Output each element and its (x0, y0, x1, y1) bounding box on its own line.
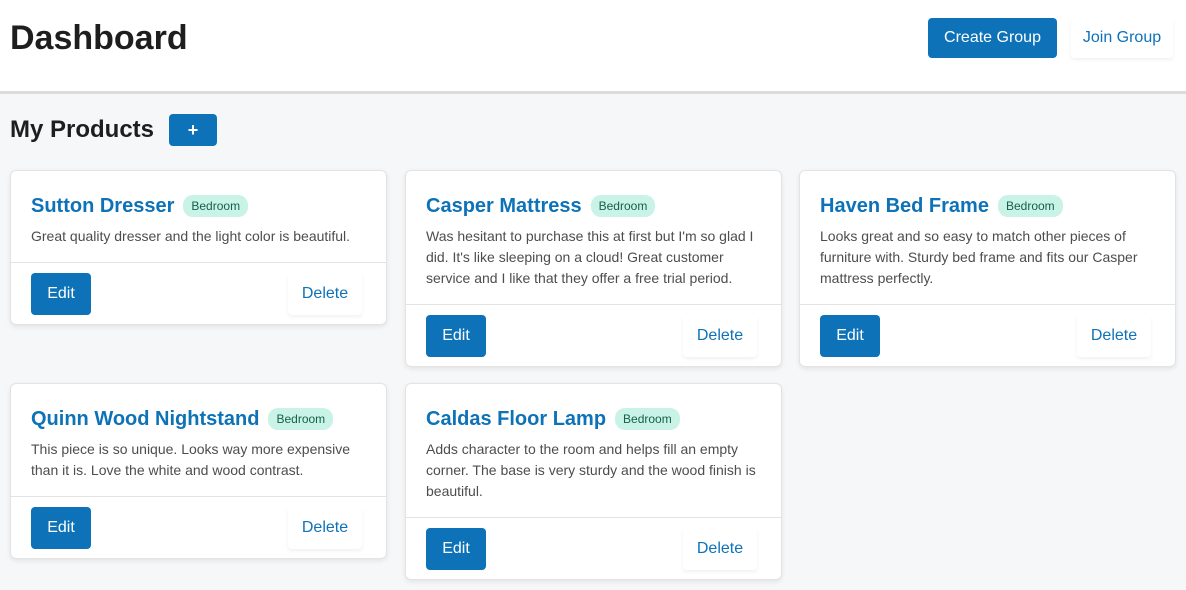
product-title: Quinn Wood Nightstand (31, 407, 260, 430)
category-tag: Bedroom (997, 195, 1063, 217)
edit-button[interactable]: Edit (426, 528, 486, 570)
card-body: Haven Bed Frame Bedroom Looks great and … (800, 171, 1175, 304)
product-description: Was hesitant to purchase this at first b… (426, 228, 754, 286)
product-description: Adds character to the room and helps fil… (426, 441, 756, 499)
top-header: Dashboard Create Group Join Group (0, 0, 1186, 94)
product-description: Great quality dresser and the light colo… (31, 228, 351, 244)
page-title: Dashboard (10, 19, 188, 57)
edit-button[interactable]: Edit (426, 315, 486, 357)
card-title-row: Haven Bed Frame Bedroom (820, 193, 1155, 219)
card-body: Quinn Wood Nightstand Bedroom This piece… (11, 384, 386, 496)
product-card: Sutton Dresser Bedroom Great quality dre… (10, 170, 387, 325)
create-group-button[interactable]: Create Group (928, 18, 1057, 58)
card-footer: Edit Delete (800, 304, 1175, 366)
product-description: Looks great and so easy to match other p… (820, 228, 1138, 286)
card-footer: Edit Delete (11, 262, 386, 324)
delete-button[interactable]: Delete (288, 273, 362, 315)
category-tag: Bedroom (183, 195, 249, 217)
section-title: My Products (10, 116, 155, 143)
product-description: This piece is so unique. Looks way more … (31, 441, 351, 478)
edit-button[interactable]: Edit (31, 507, 91, 549)
card-footer: Edit Delete (406, 517, 781, 579)
card-body: Casper Mattress Bedroom Was hesitant to … (406, 171, 781, 304)
delete-button[interactable]: Delete (683, 528, 757, 570)
join-group-button[interactable]: Join Group (1071, 18, 1173, 58)
card-title-row: Caldas Floor Lamp Bedroom (426, 406, 761, 432)
products-section-header: My Products + (10, 114, 218, 146)
card-title-row: Sutton Dresser Bedroom (31, 193, 366, 219)
card-footer: Edit Delete (406, 304, 781, 366)
edit-button[interactable]: Edit (820, 315, 880, 357)
card-title-row: Quinn Wood Nightstand Bedroom (31, 406, 366, 432)
product-title: Sutton Dresser (31, 194, 175, 217)
delete-button[interactable]: Delete (1077, 315, 1151, 357)
category-tag: Bedroom (268, 408, 334, 430)
card-title-row: Casper Mattress Bedroom (426, 193, 761, 219)
product-card: Casper Mattress Bedroom Was hesitant to … (405, 170, 782, 367)
delete-button[interactable]: Delete (683, 315, 757, 357)
product-card: Haven Bed Frame Bedroom Looks great and … (799, 170, 1176, 367)
product-card: Quinn Wood Nightstand Bedroom This piece… (10, 383, 387, 559)
category-tag: Bedroom (615, 408, 680, 430)
card-body: Sutton Dresser Bedroom Great quality dre… (11, 171, 386, 262)
header-actions: Create Group Join Group (928, 18, 1173, 58)
card-footer: Edit Delete (11, 496, 386, 558)
product-title: Caldas Floor Lamp (426, 407, 607, 430)
delete-button[interactable]: Delete (288, 507, 362, 549)
category-tag: Bedroom (590, 195, 656, 217)
product-title: Haven Bed Frame (820, 194, 989, 217)
product-card: Caldas Floor Lamp Bedroom Adds character… (405, 383, 782, 580)
card-body: Caldas Floor Lamp Bedroom Adds character… (406, 384, 781, 517)
product-title: Casper Mattress (426, 194, 582, 217)
edit-button[interactable]: Edit (31, 273, 91, 315)
add-product-button[interactable]: + (169, 114, 218, 146)
